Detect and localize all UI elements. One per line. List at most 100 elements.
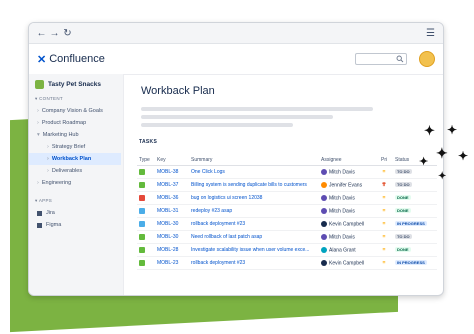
issue-summary[interactable]: Billing system is sending duplicate bill… — [189, 178, 319, 192]
jira-icon — [37, 210, 42, 216]
table-row[interactable]: MOBL-31 redeploy #23 asap Mitch Davis = DONE — [137, 204, 437, 218]
app-name[interactable]: Confluence — [49, 53, 105, 65]
apps-section-label: ▾ APPS — [35, 198, 53, 203]
refresh-icon[interactable]: ↻ — [61, 28, 74, 39]
issue-summary[interactable]: rollback deployment #23 — [189, 256, 319, 270]
sidebar-item-workback-plan[interactable]: › Workback Plan — [29, 153, 121, 165]
assignee-avatar — [321, 259, 327, 266]
chevron-right-icon[interactable]: › — [47, 156, 49, 162]
priority-medium-icon: = — [382, 221, 386, 227]
issue-type-story-icon — [139, 233, 145, 240]
issue-summary[interactable]: rollback deployment #23 — [189, 217, 319, 231]
placeholder-line — [141, 115, 333, 119]
table-row[interactable]: MOBL-30 Need rollback of last patch asap M… — [137, 230, 437, 244]
chevron-right-icon[interactable]: › — [47, 144, 49, 150]
issue-key[interactable]: MOBL-30 — [155, 217, 189, 231]
column-header-key[interactable]: Key — [155, 149, 189, 166]
status-badge[interactable]: TO DO — [395, 182, 412, 187]
browser-menu-icon[interactable]: ☰ — [424, 28, 437, 39]
priority-medium-icon: = — [382, 247, 386, 253]
assignee-name: Jennifer Evans — [329, 182, 363, 189]
issue-type-story-icon — [139, 259, 145, 266]
table-header-row: Type Key Summary Assignee Pri Status — [137, 149, 437, 166]
status-badge[interactable]: TO DO — [395, 234, 412, 239]
table-row[interactable]: MOBL-23 rollback deployment #23 Kevin Camp… — [137, 256, 437, 270]
column-header-assignee[interactable]: Assignee — [319, 149, 379, 166]
chevron-right-icon[interactable]: › — [37, 180, 39, 186]
assignee-name: Kevin Campbell — [329, 260, 365, 267]
sidebar-item-product-roadmap[interactable]: › Product Roadmap — [29, 117, 123, 129]
issue-key[interactable]: MOBL-38 — [155, 165, 189, 179]
status-badge[interactable]: IN PROGRESS — [395, 221, 427, 226]
issue-key[interactable]: MOBL-28 — [155, 243, 189, 257]
priority-highest-icon: ⇈ — [381, 182, 387, 188]
issue-summary[interactable]: Investigate scalability issue when user … — [189, 243, 319, 257]
priority-medium-icon: = — [382, 169, 386, 175]
table-row[interactable]: MOBL-38 One Click Logs Mitch Davis = TO DO — [137, 165, 437, 179]
chevron-right-icon[interactable]: › — [37, 108, 39, 114]
tasks-heading: TASKS — [139, 139, 158, 145]
assignee-avatar — [321, 220, 327, 227]
sparkle-icon: ✦ — [424, 123, 435, 138]
browser-toolbar: ← → ↻ ☰ — [29, 23, 443, 44]
priority-medium-icon: = — [382, 208, 386, 214]
main-content: Workback Plan TASKS Type Key Summary Ass… — [137, 74, 437, 295]
table-row[interactable]: MOBL-36 bug on logistics ui screen 12038 M… — [137, 191, 437, 205]
sidebar-app-figma[interactable]: Figma — [29, 219, 123, 231]
avatar[interactable] — [419, 51, 435, 67]
status-badge[interactable]: IN PROGRESS — [395, 260, 427, 265]
issue-summary[interactable]: Need rollback of last patch asap — [189, 230, 319, 244]
status-badge[interactable]: DONE — [395, 208, 411, 213]
priority-medium-icon: = — [382, 195, 386, 201]
status-badge[interactable]: DONE — [395, 195, 411, 200]
table-row[interactable]: MOBL-30 rollback deployment #23 Kevin Camp… — [137, 217, 437, 231]
issue-key[interactable]: MOBL-23 — [155, 256, 189, 270]
sidebar-app-jira[interactable]: Jira — [29, 207, 123, 219]
sidebar-item-company-vision[interactable]: › Company Vision & Goals — [29, 105, 123, 117]
issue-key[interactable]: MOBL-37 — [155, 178, 189, 192]
sidebar-item-strategy-brief[interactable]: › Strategy Brief — [29, 141, 123, 153]
figma-icon — [37, 222, 42, 228]
issue-key[interactable]: MOBL-30 — [155, 230, 189, 244]
app-window: ← → ↻ ☰ ✕ Confluence Tasty Pet Snacks ▾ … — [28, 22, 444, 296]
sidebar-item-marketing-hub[interactable]: ▾ Marketing Hub — [29, 129, 123, 141]
column-header-summary[interactable]: Summary — [189, 149, 319, 166]
issue-type-bug-icon — [139, 194, 145, 201]
sidebar-item-engineering[interactable]: › Engineering — [29, 177, 123, 189]
search-input[interactable] — [355, 53, 407, 65]
assignee-avatar — [321, 246, 327, 253]
table-row[interactable]: MOBL-37 Billing system is sending duplica… — [137, 178, 437, 192]
sparkle-icon: ✦ — [419, 156, 429, 168]
priority-medium-icon: = — [382, 260, 386, 266]
confluence-logo-icon: ✕ — [37, 53, 47, 66]
app-header: ✕ Confluence — [29, 44, 443, 75]
assignee-name: Mitch Davis — [329, 169, 355, 176]
sidebar: Tasty Pet Snacks ▾ CONTENT › Company Visi… — [29, 74, 124, 295]
back-arrow-icon[interactable]: ← — [35, 28, 48, 39]
table-row[interactable]: MOBL-28 Investigate scalability issue whe… — [137, 243, 437, 257]
sparkle-icon: ✦ — [436, 145, 448, 161]
sidebar-item-deliverables[interactable]: › Deliverables — [29, 165, 123, 177]
assignee-name: Alana Grant — [329, 247, 356, 254]
chevron-right-icon[interactable]: › — [47, 168, 49, 174]
status-badge[interactable]: TO DO — [395, 169, 412, 174]
tasks-table: Type Key Summary Assignee Pri Status MOB… — [137, 149, 437, 270]
status-badge[interactable]: DONE — [395, 247, 411, 252]
issue-key[interactable]: MOBL-36 — [155, 191, 189, 205]
column-header-status[interactable]: Status — [393, 149, 437, 166]
chevron-right-icon[interactable]: › — [37, 120, 39, 126]
sparkle-icon: ✦ — [447, 123, 458, 137]
column-header-type[interactable]: Type — [137, 149, 155, 166]
placeholder-line — [141, 107, 373, 111]
issue-key[interactable]: MOBL-31 — [155, 204, 189, 218]
chevron-down-icon[interactable]: ▾ — [37, 132, 40, 138]
assignee-name: Kevin Campbell — [329, 221, 365, 228]
forward-arrow-icon[interactable]: → — [48, 28, 61, 39]
space-header[interactable]: Tasty Pet Snacks — [29, 74, 123, 93]
assignee-name: Mitch Davis — [329, 234, 355, 241]
issue-summary[interactable]: redeploy #23 asap — [189, 204, 319, 218]
issue-summary[interactable]: bug on logistics ui screen 12038 — [189, 191, 319, 205]
issue-type-story-icon — [139, 181, 145, 188]
issue-summary[interactable]: One Click Logs — [189, 165, 319, 179]
column-header-priority[interactable]: Pri — [379, 149, 393, 166]
